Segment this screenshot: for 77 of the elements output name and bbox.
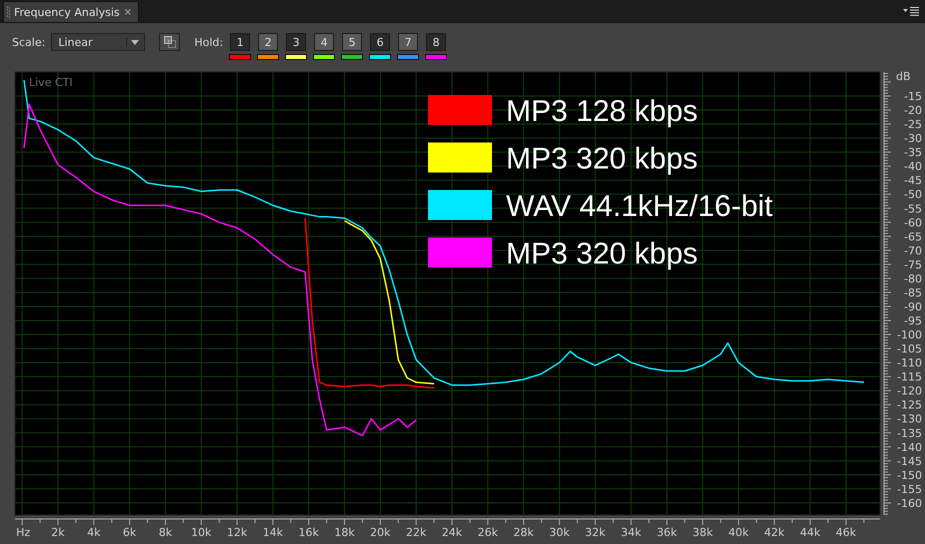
axis-label: 44k xyxy=(800,526,820,539)
axis-label: -120 xyxy=(897,384,922,398)
scale-label: Scale: xyxy=(12,36,46,49)
axis-label: 36k xyxy=(656,526,678,539)
axis-label: 18k xyxy=(334,526,355,539)
axis-label: 28k xyxy=(513,526,534,539)
axis-label: -95 xyxy=(904,314,922,328)
axis-label: Hz xyxy=(16,526,30,539)
axis-label: 32k xyxy=(585,526,606,539)
axis-label: -30 xyxy=(904,132,922,146)
axis-label: 22k xyxy=(406,526,426,539)
hold-button[interactable]: 3 xyxy=(286,33,306,51)
axis-label: -65 xyxy=(904,230,922,244)
axis-label: -85 xyxy=(904,286,922,300)
axis-label: -20 xyxy=(904,104,922,118)
hold-button[interactable]: 6 xyxy=(370,33,390,51)
axis-label: 30k xyxy=(549,526,570,539)
axis-label: -135 xyxy=(897,426,922,440)
axis-label: 40k xyxy=(728,526,749,539)
axis-label: 10k xyxy=(191,526,212,539)
axis-label: -130 xyxy=(897,412,922,426)
legend-label: MP3 320 kbps xyxy=(506,238,698,270)
menu-icon[interactable] xyxy=(903,7,919,16)
axis-label: -150 xyxy=(897,468,922,482)
axis-label: -80 xyxy=(904,272,922,286)
axis-label: -160 xyxy=(897,496,922,510)
tab-title: Frequency Analysis xyxy=(14,6,120,18)
axis-label: -50 xyxy=(904,188,922,202)
axis-label: 42k xyxy=(764,526,785,539)
legend-label: MP3 128 kbps xyxy=(506,95,698,128)
axis-label: 8k xyxy=(158,526,172,539)
axis-label: -110 xyxy=(897,356,922,370)
axis-label: 24k xyxy=(442,526,462,539)
axis-title: dB xyxy=(896,70,911,83)
axis-label: 12k xyxy=(226,526,248,539)
axis-label: 14k xyxy=(262,526,284,539)
axis-label: -75 xyxy=(904,258,922,272)
axis-label: -15 xyxy=(904,90,922,103)
axis-label: -45 xyxy=(904,174,922,188)
scale-dropdown[interactable]: Linear xyxy=(51,33,146,51)
axis-label: -105 xyxy=(897,342,922,356)
legend-label: WAV 44.1kHz/16-bit xyxy=(506,190,773,223)
axis-label: -55 xyxy=(904,202,922,216)
axis-label: 16k xyxy=(298,526,319,539)
axis-label: -145 xyxy=(897,454,922,468)
axis-label: -100 xyxy=(897,328,922,342)
axis-label: -125 xyxy=(897,398,922,412)
panel-tab[interactable]: Frequency Analysis × xyxy=(3,1,140,22)
axis-label: -155 xyxy=(897,482,922,496)
axis-label: 38k xyxy=(692,526,713,539)
axis-label: 46k xyxy=(836,526,856,539)
hold-button[interactable]: 4 xyxy=(314,33,334,51)
axis-label: 6k xyxy=(122,526,136,539)
axis-label: 34k xyxy=(620,526,642,539)
axis-label: 2k xyxy=(51,526,65,539)
close-button[interactable]: × xyxy=(124,6,132,18)
axis-label: -70 xyxy=(904,244,922,258)
copy-icon[interactable] xyxy=(159,33,180,51)
hold-button[interactable]: 2 xyxy=(258,33,278,51)
hold-button[interactable]: 7 xyxy=(398,33,418,51)
hold-button[interactable]: 1 xyxy=(230,33,250,51)
hold-label: Hold: xyxy=(194,36,224,49)
axis-label: -115 xyxy=(897,370,922,384)
hold-button[interactable]: 8 xyxy=(426,33,446,51)
hold-button[interactable]: 5 xyxy=(342,33,362,51)
axis-label: -25 xyxy=(904,118,922,132)
axis-label: -35 xyxy=(904,146,922,160)
axis-label: 20k xyxy=(370,526,391,539)
axis-label: 4k xyxy=(87,526,100,539)
axis-label: -140 xyxy=(897,440,922,454)
axis-label: -60 xyxy=(904,216,922,230)
axis-label: 26k xyxy=(478,526,498,539)
grip-icon xyxy=(7,6,10,18)
axis-label: -90 xyxy=(904,300,922,314)
axis-label: -40 xyxy=(904,160,922,174)
legend-label: MP3 320 kbps xyxy=(506,142,698,176)
caret-icon xyxy=(126,37,140,47)
